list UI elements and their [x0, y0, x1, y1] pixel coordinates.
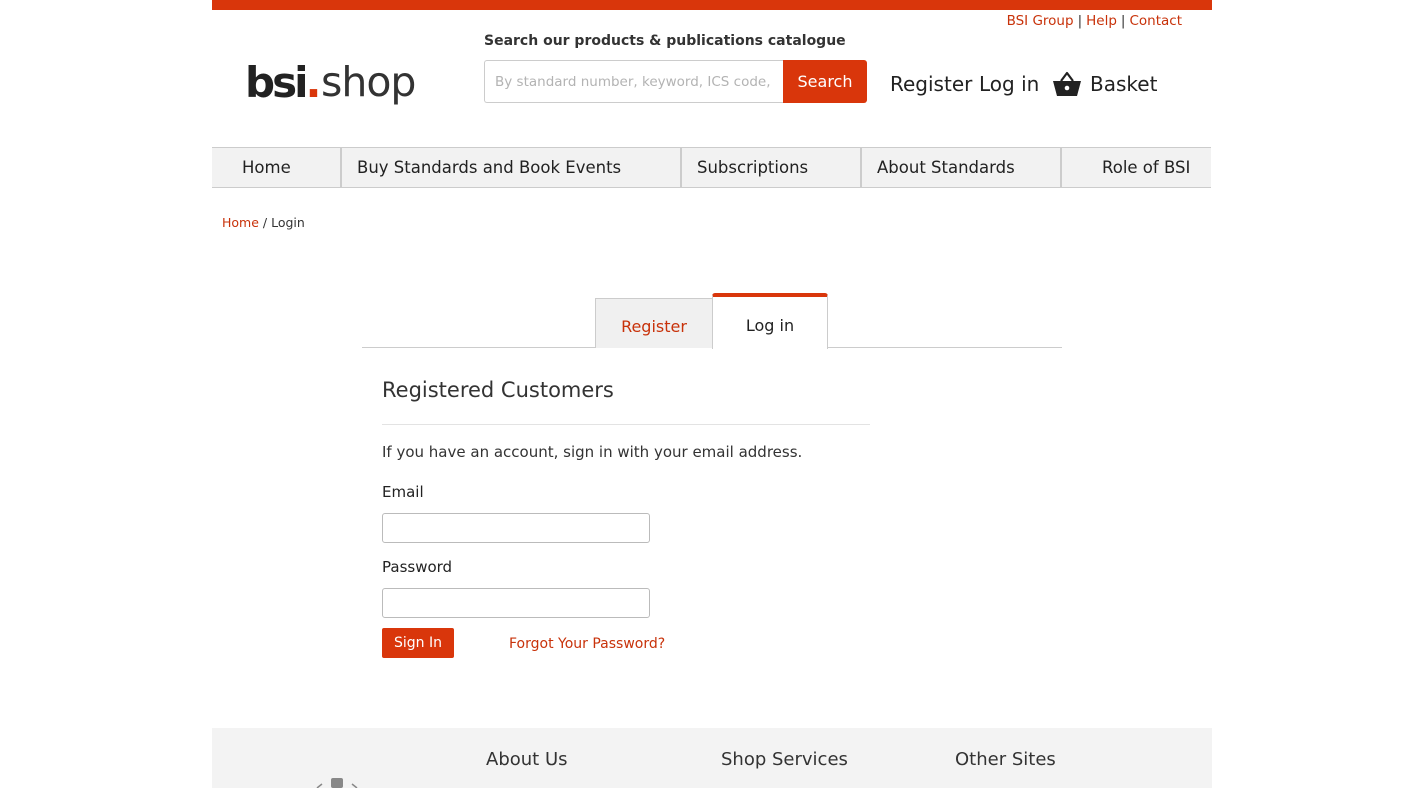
footer-shop-services[interactable]: Shop Services [721, 749, 848, 770]
sign-in-button[interactable]: Sign In [382, 628, 454, 658]
nav-about-standards[interactable]: About Standards [862, 148, 1062, 187]
header-login-link[interactable]: Log in [979, 72, 1039, 96]
logo-bsi: bsi. [245, 58, 321, 107]
breadcrumb-separator: / [262, 215, 268, 230]
email-field[interactable] [382, 513, 650, 543]
utility-links: BSI Group | Help | Contact [1007, 13, 1182, 29]
help-link[interactable]: Help [1086, 13, 1117, 29]
footer-logo-icon [316, 778, 358, 788]
tab-register[interactable]: Register [595, 298, 713, 348]
basket-icon[interactable] [1052, 71, 1082, 97]
forgot-password-link[interactable]: Forgot Your Password? [509, 636, 665, 652]
footer-other-sites[interactable]: Other Sites [955, 749, 1056, 770]
title-divider [382, 424, 870, 425]
contact-link[interactable]: Contact [1129, 13, 1182, 29]
breadcrumb-home[interactable]: Home [222, 215, 259, 230]
utility-separator: | [1077, 13, 1083, 29]
main-nav: Home Buy Standards and Book Events Subsc… [212, 147, 1211, 188]
footer-about-us[interactable]: About Us [486, 749, 568, 770]
search-label: Search our products & publications catal… [484, 33, 846, 49]
password-field[interactable] [382, 588, 650, 618]
bsi-group-link[interactable]: BSI Group [1007, 13, 1074, 29]
logo-dot: . [305, 58, 321, 107]
logo-bsi-text: bsi [245, 58, 308, 107]
search-input[interactable] [484, 60, 784, 103]
password-label: Password [382, 558, 453, 576]
breadcrumb-current: Login [271, 215, 305, 230]
nav-buy-standards[interactable]: Buy Standards and Book Events [342, 148, 682, 187]
header-basket-link[interactable]: Basket [1090, 72, 1157, 96]
top-accent-bar [212, 0, 1212, 10]
logo-shop: shop [321, 58, 416, 106]
registered-customers-title: Registered Customers [382, 378, 614, 402]
page: BSI Group | Help | Contact bsi. shop Search … [212, 0, 1212, 788]
email-label: Email [382, 483, 424, 501]
nav-role-of-bsi[interactable]: Role of BSI [1062, 148, 1211, 187]
utility-separator: | [1120, 13, 1126, 29]
login-intro-text: If you have an account, sign in with you… [382, 443, 803, 461]
footer: About Us Shop Services Other Sites [212, 728, 1212, 788]
tab-login[interactable]: Log in [712, 293, 828, 349]
breadcrumb: Home / Login [222, 215, 305, 230]
search-button[interactable]: Search [783, 60, 867, 103]
nav-subscriptions[interactable]: Subscriptions [682, 148, 862, 187]
nav-home[interactable]: Home [212, 148, 342, 187]
header-register-link[interactable]: Register [890, 72, 972, 96]
